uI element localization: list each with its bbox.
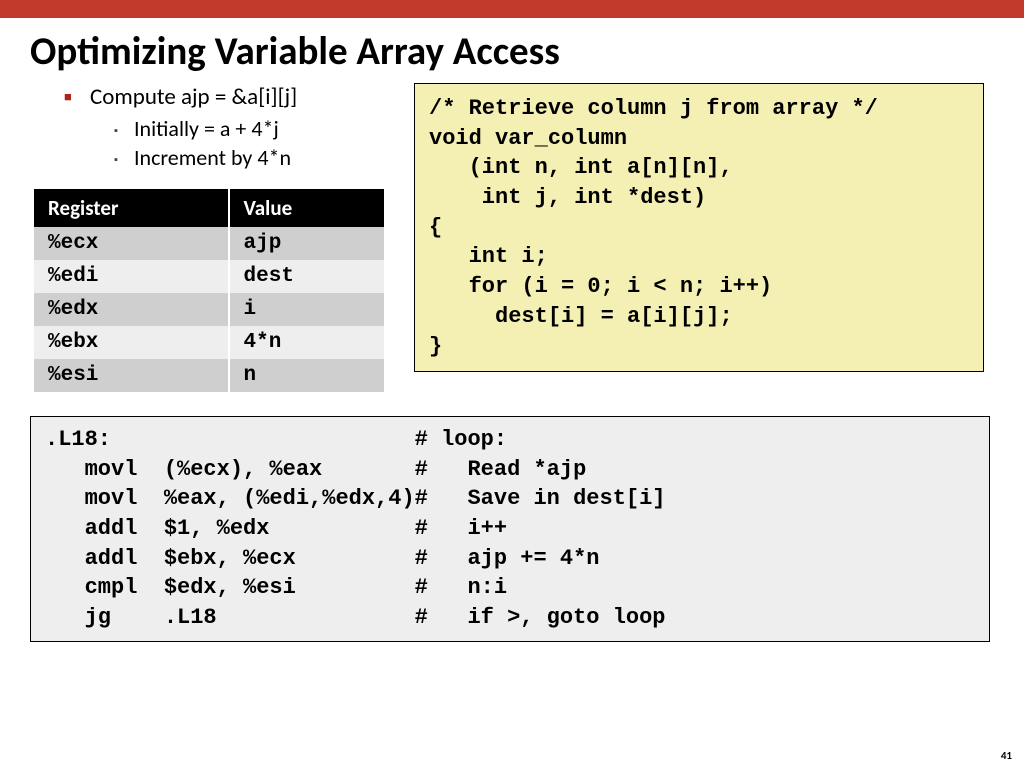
slide-title: Optimizing Variable Array Access [30,28,994,75]
table-header-value: Value [229,189,384,227]
table-header-register: Register [34,189,229,227]
register-table: Register Value %ecx ajp %edi dest %edx i… [34,189,384,392]
cell-register: %edx [34,293,229,326]
bullet-list: Compute ajp = &a[i][j] Initially = a + 4… [90,83,384,173]
page-number: 41 [1001,749,1012,762]
upper-row: Compute ajp = &a[i][j] Initially = a + 4… [30,83,994,392]
left-column: Compute ajp = &a[i][j] Initially = a + 4… [30,83,384,392]
top-accent-bar [0,0,1024,18]
bullet-sub-2: Increment by 4*n [134,144,384,171]
bullet-main: Compute ajp = &a[i][j] [90,83,384,111]
asm-code-box: .L18: # loop: movl (%ecx), %eax # Read *… [30,416,990,642]
c-code-box: /* Retrieve column j from array */ void … [414,83,984,372]
table-header-row: Register Value [34,189,384,227]
cell-value: dest [229,260,384,293]
table-row: %ebx 4*n [34,326,384,359]
table-row: %esi n [34,359,384,392]
bullet-sub-1: Initially = a + 4*j [134,115,384,142]
table-row: %ecx ajp [34,227,384,260]
cell-register: %ecx [34,227,229,260]
slide-body: Optimizing Variable Array Access Compute… [0,18,1024,768]
table-row: %edx i [34,293,384,326]
cell-register: %esi [34,359,229,392]
cell-value: 4*n [229,326,384,359]
cell-value: n [229,359,384,392]
cell-value: i [229,293,384,326]
cell-value: ajp [229,227,384,260]
cell-register: %edi [34,260,229,293]
cell-register: %ebx [34,326,229,359]
table-row: %edi dest [34,260,384,293]
